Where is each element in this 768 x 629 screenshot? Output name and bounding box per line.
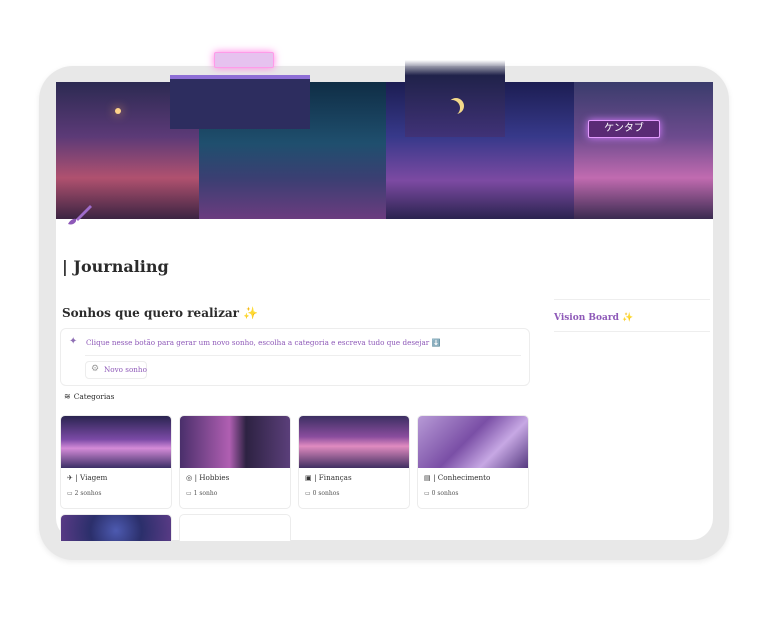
card-title-text: | Finanças [314,473,352,482]
card-title: ◎ | Hobbies [186,473,229,482]
category-card-hobbies[interactable]: ◎ | Hobbies ▭ 1 sonho [179,415,291,509]
palette-icon: ◎ [186,473,193,482]
skyline [405,60,505,137]
callout-text: Clique nesse botão para gerar um novo so… [86,338,440,347]
cover-panel-shop [574,82,713,219]
card-count-text: 0 sonhos [431,490,459,497]
section-title-text: Sonhos que quero realizar [62,306,239,320]
book-icon: ▤ [424,473,431,482]
sparkles-icon: ✦ [69,336,78,347]
vision-board-link[interactable]: Vision Board ✨ [554,313,633,323]
card-cover-image [61,416,171,468]
categories-header-label: Categorias [73,392,115,401]
card-title-text: | Hobbies [194,473,230,482]
airplane-icon: ✈ [67,473,74,482]
callout: ✦ Clique nesse botão para gerar um novo … [60,328,530,386]
neon-sign [214,52,274,68]
divider [85,355,521,356]
new-dream-button-label: Novo sonho [104,365,147,374]
card-count: ▭ 0 sonhos [305,490,339,497]
category-card-partial[interactable] [60,514,172,541]
card-title-text: | Conhecimento [433,473,491,482]
vision-board-label: Vision Board [554,313,619,323]
card-cover-image [180,416,290,468]
card-title: ▤ | Conhecimento [424,473,490,482]
page-title: | Journaling [62,257,169,276]
category-card-conhecimento[interactable]: ▤ | Conhecimento ▭ 0 sonhos [417,415,529,509]
callout-text-body: Clique nesse botão para gerar um novo so… [86,338,430,347]
gear-icon: ⚙ [91,364,100,374]
new-card-placeholder[interactable] [179,514,291,541]
comment-icon: ▭ [305,490,311,497]
category-card-financas[interactable]: ▣ | Finanças ▭ 0 sonhos [298,415,410,509]
comment-icon: ▭ [186,490,192,497]
card-count: ▭ 0 sonhos [424,490,458,497]
brush-icon[interactable] [64,200,94,230]
card-cover-image [418,416,528,468]
comment-icon: ▭ [67,490,73,497]
shop-neon-sign: ケンタブ [588,120,660,138]
section-title: Sonhos que quero realizar ✨ [62,306,258,320]
card-cover-image [299,416,409,468]
gas-station-canopy [170,75,310,129]
card-count: ▭ 2 sonhos [67,490,101,497]
arrow-down-icon: ⬇️ [431,338,441,347]
category-card-viagem[interactable]: ✈ | Viagem ▭ 2 sonhos [60,415,172,509]
card-count: ▭ 1 sonho [186,490,217,497]
comment-icon: ▭ [424,490,430,497]
card-title: ▣ | Finanças [305,473,352,482]
card-count-text: 1 sonho [193,490,218,497]
sparkle-icon: ✨ [243,306,259,320]
categories-header[interactable]: ≋ Categorias [64,392,114,401]
page-cover[interactable] [56,82,713,219]
wallet-icon: ▣ [305,473,312,482]
card-title-text: | Viagem [75,473,108,482]
card-cover-image [61,515,171,541]
card-count-text: 0 sonhos [312,490,340,497]
sparkle-icon: ✨ [622,313,634,323]
card-title: ✈ | Viagem [67,473,107,482]
divider [554,331,710,332]
street-lamp [115,108,121,114]
divider [554,299,710,300]
new-dream-button[interactable]: ⚙ Novo sonho [85,361,147,379]
card-count-text: 2 sonhos [74,490,102,497]
layers-icon: ≋ [64,392,71,401]
moon-icon [444,100,460,116]
